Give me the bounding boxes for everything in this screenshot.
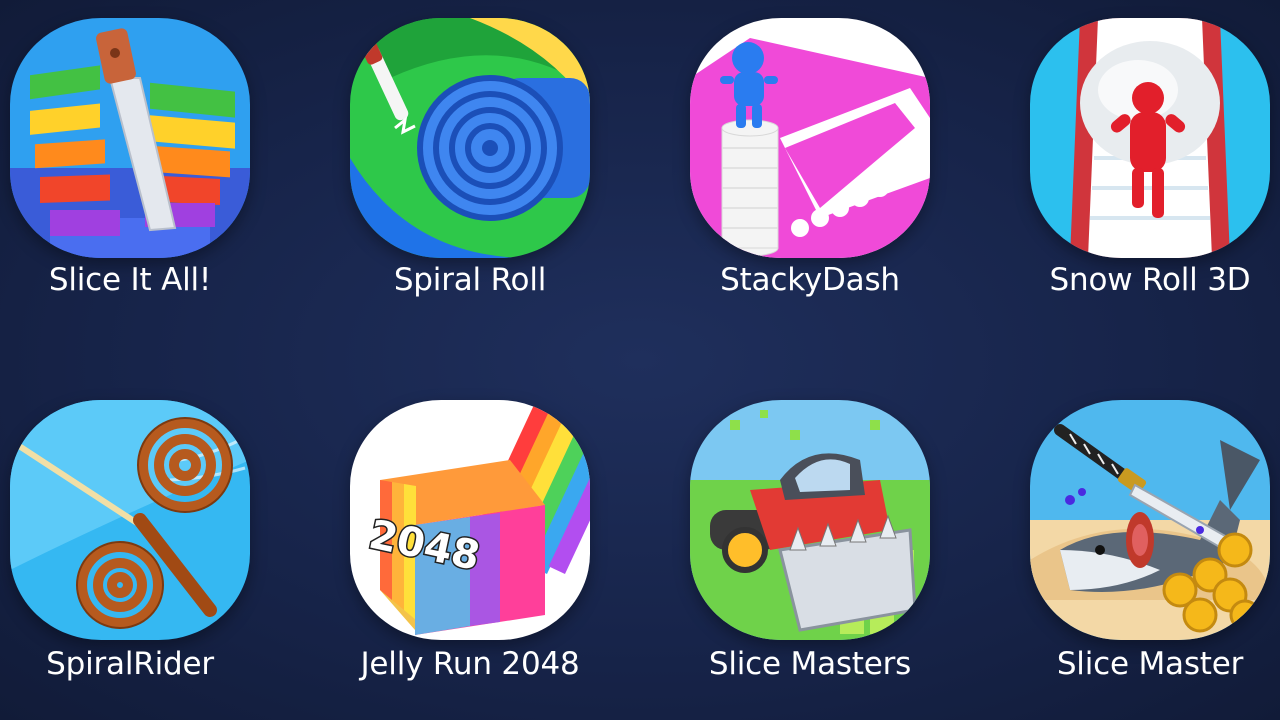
app-tile-slice-it-all[interactable]: Slice It All! xyxy=(0,0,300,360)
jelly-run-2048-icon[interactable]: 2048 xyxy=(350,400,590,640)
app-label[interactable]: SpiralRider xyxy=(0,646,300,682)
app-grid: Slice It All! Spiral Roll StackyDash Sno… xyxy=(0,0,1280,720)
app-tile-slice-master[interactable]: Slice Master xyxy=(980,380,1280,720)
app-tile-snow-roll-3d[interactable]: Snow Roll 3D xyxy=(980,0,1280,360)
spiral-roll-icon[interactable] xyxy=(350,18,590,258)
app-label[interactable]: Spiral Roll xyxy=(300,262,640,298)
snow-roll-3d-icon[interactable] xyxy=(1030,18,1270,258)
app-tile-slice-masters[interactable]: Slice Masters xyxy=(640,380,980,720)
app-tile-spiral-rider[interactable]: SpiralRider xyxy=(0,380,300,720)
app-label[interactable]: Jelly Run 2048 xyxy=(300,646,640,682)
app-label[interactable]: Snow Roll 3D xyxy=(980,262,1280,298)
app-tile-stacky-dash[interactable]: StackyDash xyxy=(640,0,980,360)
spiral-rider-icon[interactable] xyxy=(10,400,250,640)
app-tile-spiral-roll[interactable]: Spiral Roll xyxy=(300,0,640,360)
stacky-dash-icon[interactable] xyxy=(690,18,930,258)
slice-it-all-icon[interactable] xyxy=(10,18,250,258)
app-label[interactable]: StackyDash xyxy=(640,262,980,298)
app-label[interactable]: Slice Master xyxy=(980,646,1280,682)
app-label[interactable]: Slice Masters xyxy=(640,646,980,682)
app-label[interactable]: Slice It All! xyxy=(0,262,300,298)
slice-master-icon[interactable] xyxy=(1030,400,1270,640)
slice-masters-icon[interactable] xyxy=(690,400,930,640)
app-tile-jelly-run-2048[interactable]: 2048 Jelly Run 2048 xyxy=(300,380,640,720)
